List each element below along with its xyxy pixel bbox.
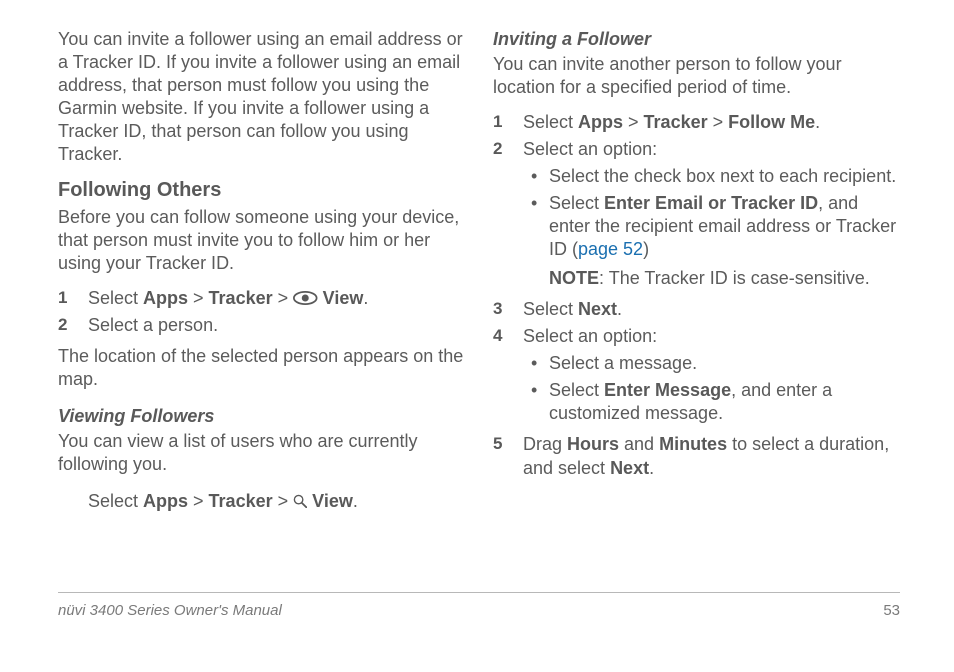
next-label: Next [610, 458, 649, 478]
options-list: •Select a message. • Select Enter Messag… [523, 352, 900, 425]
enter-message-label: Enter Message [604, 380, 731, 400]
minutes-label: Minutes [659, 434, 727, 454]
view-label: View [323, 288, 364, 308]
enter-email-label: Enter Email or Tracker ID [604, 193, 818, 213]
view-label: View [312, 491, 353, 511]
text: Select [88, 491, 143, 511]
text: Select a person. [88, 314, 465, 337]
text: Select a message. [549, 352, 900, 375]
text: Select [523, 112, 578, 132]
list-item: •Select the check box next to each recip… [523, 165, 900, 188]
text: Select [549, 380, 604, 400]
viewing-desc: You can view a list of users who are cur… [58, 430, 465, 476]
step-5: 5 Drag Hours and Minutes to select a dur… [493, 433, 900, 479]
bullet-icon: • [523, 352, 549, 375]
list-item: • Select Enter Message, and enter a cust… [523, 379, 900, 425]
step-2: 2 Select a person. [58, 314, 465, 337]
step-1: 1 Select Apps > Tracker > View. [58, 287, 465, 310]
text: Drag [523, 434, 567, 454]
step-number: 5 [493, 433, 523, 455]
step-2: 2 Select an option: •Select the check bo… [493, 138, 900, 294]
page-columns: You can invite a follower using an email… [58, 28, 900, 590]
period: . [363, 288, 368, 308]
period: . [353, 491, 358, 511]
heading-viewing-followers: Viewing Followers [58, 405, 465, 428]
list-item: •Select a message. [523, 352, 900, 375]
page-number: 53 [883, 601, 900, 620]
options-list: •Select the check box next to each recip… [523, 165, 900, 290]
text: Select an option: [523, 326, 657, 346]
step-3: 3 Select Next. [493, 298, 900, 321]
text: Select [88, 288, 143, 308]
step-4: 4 Select an option: •Select a message. •… [493, 325, 900, 429]
sep: > [188, 491, 209, 511]
apps-label: Apps [143, 491, 188, 511]
bullet-icon: • [523, 192, 549, 215]
sep: > [623, 112, 644, 132]
step-number: 4 [493, 325, 523, 347]
bullet-icon: • [523, 379, 549, 402]
followme-label: Follow Me [728, 112, 815, 132]
sep: > [273, 491, 294, 511]
apps-label: Apps [578, 112, 623, 132]
period: . [815, 112, 820, 132]
step-1: 1 Select Apps > Tracker > Follow Me. [493, 111, 900, 134]
period: . [649, 458, 654, 478]
hours-label: Hours [567, 434, 619, 454]
note-text: : The Tracker ID is case-sensitive. [599, 268, 870, 288]
list-item: • Select Enter Email or Tracker ID, and … [523, 192, 900, 290]
eye-icon [293, 291, 318, 305]
step-number: 1 [493, 111, 523, 133]
magnifier-icon [293, 494, 307, 508]
step-number: 3 [493, 298, 523, 320]
left-column: You can invite a follower using an email… [58, 28, 465, 590]
period: . [617, 299, 622, 319]
text: Select the check box next to each recipi… [549, 165, 900, 188]
text: Select [523, 299, 578, 319]
step-number: 1 [58, 287, 88, 309]
right-column: Inviting a Follower You can invite anoth… [493, 28, 900, 590]
sep: > [708, 112, 729, 132]
page-link[interactable]: page 52 [578, 239, 643, 259]
page-footer: nüvi 3400 Series Owner's Manual 53 [58, 592, 900, 620]
text: Select an option: [523, 139, 657, 159]
sep: > [188, 288, 209, 308]
viewing-step: Select Apps > Tracker > View. [58, 490, 465, 513]
tracker-label: Tracker [209, 288, 273, 308]
heading-following-others: Following Others [58, 178, 465, 204]
inviting-steps: 1 Select Apps > Tracker > Follow Me. 2 S… [493, 107, 900, 483]
intro-paragraph: You can invite a follower using an email… [58, 28, 465, 166]
following-steps: 1 Select Apps > Tracker > View. 2 Select… [58, 283, 465, 341]
next-label: Next [578, 299, 617, 319]
following-result: The location of the selected person appe… [58, 345, 465, 391]
bullet-icon: • [523, 165, 549, 188]
tracker-label: Tracker [209, 491, 273, 511]
text: Select [549, 193, 604, 213]
apps-label: Apps [143, 288, 188, 308]
heading-inviting-follower: Inviting a Follower [493, 28, 900, 51]
footer-title: nüvi 3400 Series Owner's Manual [58, 601, 282, 620]
text: and [619, 434, 659, 454]
inviting-desc: You can invite another person to follow … [493, 53, 900, 99]
following-desc: Before you can follow someone using your… [58, 206, 465, 275]
step-number: 2 [58, 314, 88, 336]
sep: > [273, 288, 294, 308]
text: ) [643, 239, 649, 259]
tracker-label: Tracker [644, 112, 708, 132]
note-label: NOTE [549, 268, 599, 288]
step-number: 2 [493, 138, 523, 160]
